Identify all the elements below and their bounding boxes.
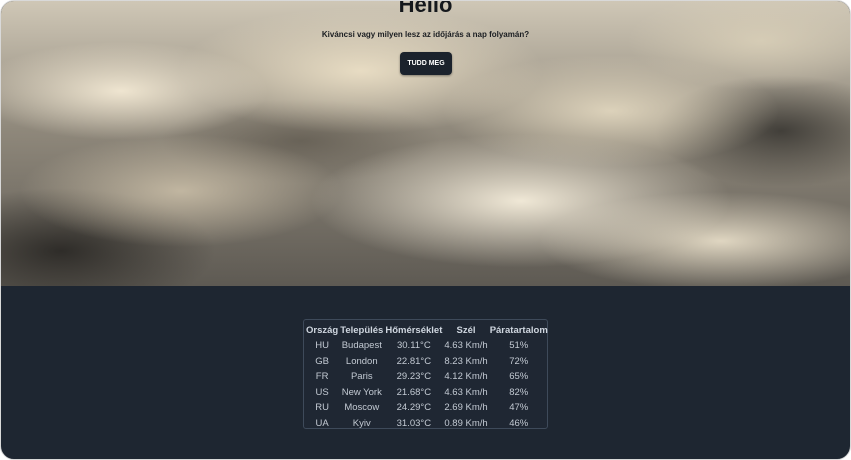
- cell-country: US: [315, 386, 329, 398]
- cell-wind: 4.63 Km/h: [444, 386, 488, 398]
- column-header-temperature: Hőmérséklet: [385, 324, 443, 336]
- cell-country: RU: [315, 402, 329, 414]
- cell-wind: 2.69 Km/h: [444, 402, 488, 414]
- cell-temperature: 30.11°C: [396, 340, 431, 352]
- cell-city: Moscow: [344, 402, 380, 414]
- cell-temperature: 21.68°C: [396, 386, 432, 398]
- hero-banner: Hello Kiváncsi vagy milyen lesz az időjá…: [1, 1, 850, 286]
- table-row: FR Paris 29.23°C 4.12 Km/h 65%: [305, 369, 549, 385]
- app-window: Hello Kiváncsi vagy milyen lesz az időjá…: [0, 0, 851, 460]
- cell-city: London: [345, 355, 378, 367]
- cell-humidity: 82%: [509, 386, 529, 398]
- cell-wind: 8.23 Km/h: [444, 355, 488, 367]
- cell-temperature: 31.03°C: [396, 417, 432, 429]
- cell-city: Paris: [350, 371, 373, 383]
- cell-humidity: 46%: [509, 417, 529, 429]
- cell-city: Kyiv: [352, 417, 371, 429]
- learn-more-button[interactable]: TUDD MEG: [400, 52, 452, 75]
- cell-country: FR: [315, 371, 329, 383]
- hero-subtitle: Kiváncsi vagy milyen lesz az időjárás a …: [321, 30, 530, 39]
- column-header-city: Település: [340, 324, 384, 336]
- cell-wind: 4.12 Km/h: [444, 371, 488, 383]
- table-row: RU Moscow 24.29°C 2.69 Km/h 47%: [305, 400, 549, 416]
- table-row: HU Budapest 30.11°C 4.63 Km/h 51%: [305, 338, 549, 354]
- cell-humidity: 51%: [509, 340, 529, 352]
- cell-city: Budapest: [341, 340, 382, 352]
- cell-wind: 4.63 Km/h: [444, 340, 488, 352]
- cell-country: HU: [315, 340, 329, 352]
- cell-temperature: 29.23°C: [396, 371, 432, 383]
- cell-country: GB: [315, 355, 329, 367]
- cell-temperature: 22.81°C: [396, 355, 432, 367]
- cell-temperature: 24.29°C: [396, 402, 432, 414]
- cell-city: New York: [341, 386, 382, 398]
- table-row: US New York 21.68°C 4.63 Km/h 82%: [305, 385, 549, 401]
- table-header-row: Ország Település Hőmérséklet Szél Párata…: [305, 322, 549, 338]
- cell-humidity: 47%: [509, 402, 529, 414]
- column-header-humidity: Páratartalom: [489, 324, 548, 336]
- cell-country: UA: [315, 417, 329, 429]
- weather-table: Ország Település Hőmérséklet Szél Párata…: [305, 322, 549, 431]
- cell-humidity: 72%: [509, 355, 529, 367]
- cell-humidity: 65%: [509, 371, 529, 383]
- weather-table-container: Ország Település Hőmérséklet Szél Párata…: [303, 319, 548, 429]
- page-title: Hello: [398, 1, 453, 17]
- cell-wind: 0.89 Km/h: [444, 417, 488, 429]
- column-header-country: Ország: [306, 324, 339, 336]
- table-row: GB London 22.81°C 8.23 Km/h 72%: [305, 354, 549, 370]
- column-header-wind: Szél: [456, 324, 476, 336]
- table-row: UA Kyiv 31.03°C 0.89 Km/h 46%: [305, 416, 549, 432]
